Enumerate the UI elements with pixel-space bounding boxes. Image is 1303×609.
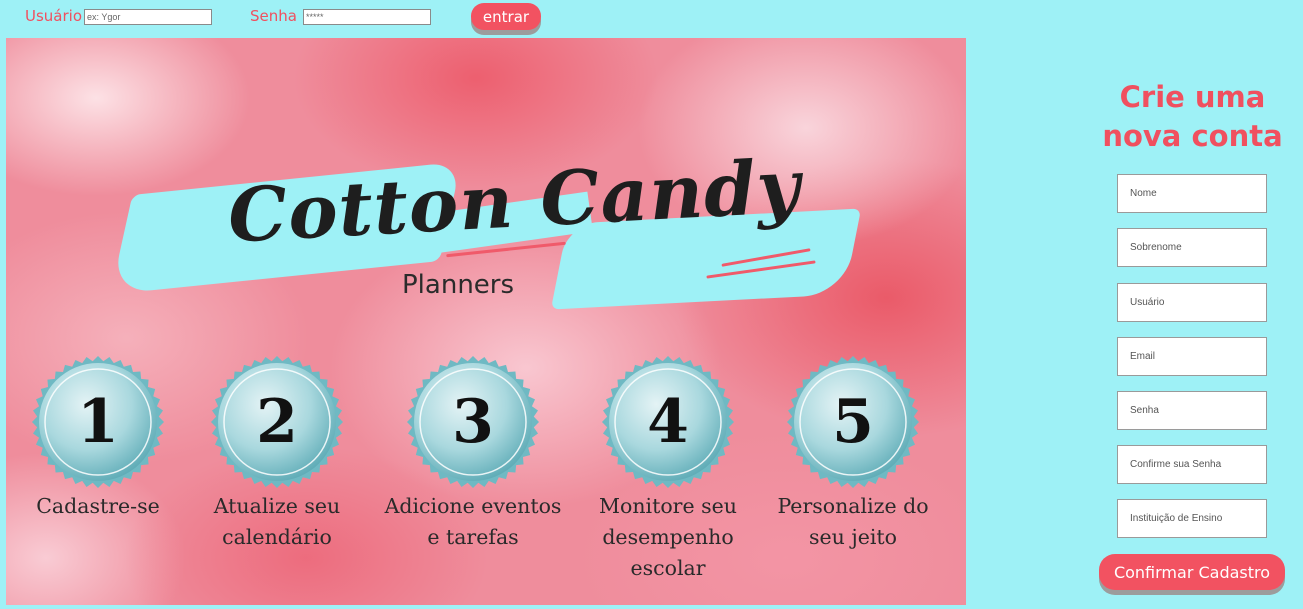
step-number: 3 bbox=[452, 387, 494, 457]
hero-banner: Cotton Candy Planners 1 Cadastre-se 2 At… bbox=[6, 38, 966, 605]
email-field[interactable] bbox=[1117, 337, 1267, 376]
login-bar: Usuário Senha entrar bbox=[0, 0, 1303, 38]
enter-button[interactable]: entrar bbox=[471, 3, 541, 30]
password-input[interactable] bbox=[303, 9, 431, 25]
step-label: Personalize do seu jeito bbox=[777, 494, 929, 549]
step-badge: 2 bbox=[210, 355, 344, 489]
step-4: 4 Monitore seu desempenho escolar bbox=[573, 355, 763, 584]
signup-title: Crie uma nova conta bbox=[1102, 80, 1283, 153]
password-field[interactable] bbox=[1117, 391, 1267, 430]
confirm-signup-button[interactable]: Confirmar Cadastro bbox=[1099, 554, 1285, 590]
username-field[interactable] bbox=[1117, 283, 1267, 322]
last-name-field[interactable] bbox=[1117, 228, 1267, 267]
step-2: 2 Atualize seu calendário bbox=[182, 355, 372, 553]
step-label: Cadastre-se bbox=[36, 494, 160, 518]
step-badge: 5 bbox=[786, 355, 920, 489]
step-label: Adicione eventos e tarefas bbox=[384, 494, 562, 549]
institution-field[interactable] bbox=[1117, 499, 1267, 538]
step-5: 5 Personalize do seu jeito bbox=[758, 355, 948, 553]
step-number: 5 bbox=[832, 387, 874, 457]
step-badge: 3 bbox=[406, 355, 540, 489]
step-1: 1 Cadastre-se bbox=[6, 355, 193, 522]
step-label: Atualize seu calendário bbox=[213, 494, 341, 549]
step-number: 4 bbox=[647, 387, 689, 457]
first-name-field[interactable] bbox=[1117, 174, 1267, 213]
username-input[interactable] bbox=[84, 9, 212, 25]
logo-subtitle: Planners bbox=[402, 270, 515, 300]
step-label: Monitore seu desempenho escolar bbox=[599, 494, 737, 580]
step-3: 3 Adicione eventos e tarefas bbox=[378, 355, 568, 553]
step-number: 1 bbox=[77, 387, 119, 457]
step-badge: 1 bbox=[31, 355, 165, 489]
username-label: Usuário bbox=[25, 7, 83, 25]
step-number: 2 bbox=[256, 387, 298, 457]
confirm-password-field[interactable] bbox=[1117, 445, 1267, 484]
password-label: Senha bbox=[250, 7, 297, 25]
step-badge: 4 bbox=[601, 355, 735, 489]
